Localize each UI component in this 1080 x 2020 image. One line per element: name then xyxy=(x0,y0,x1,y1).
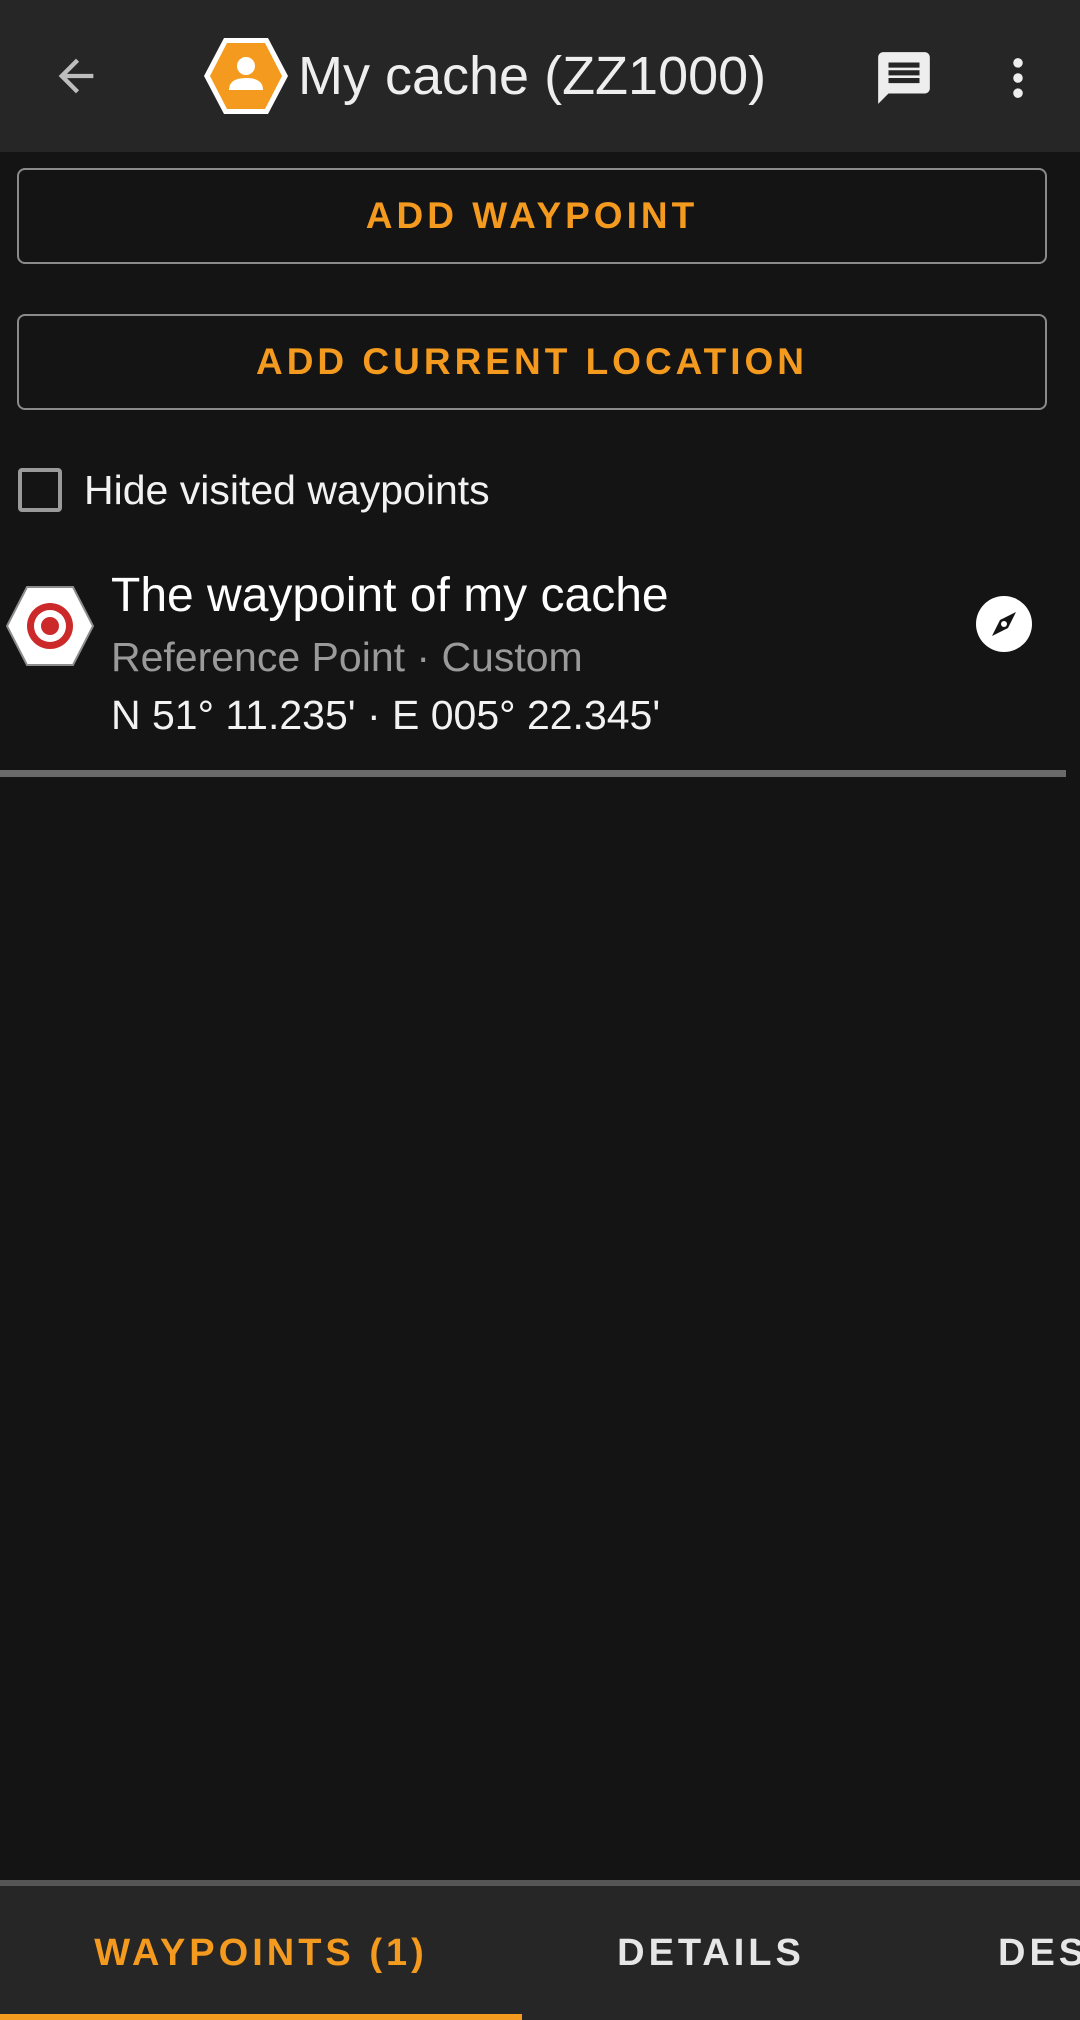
selected-tab-indicator xyxy=(0,2014,522,2020)
tab-description[interactable]: DES xyxy=(998,1886,1080,2020)
hide-visited-row[interactable]: Hide visited waypoints xyxy=(18,462,490,518)
tab-bar: WAYPOINTS (1) DETAILS DES xyxy=(0,1880,1080,2020)
hide-visited-label: Hide visited waypoints xyxy=(84,466,490,513)
chat-button[interactable] xyxy=(866,40,942,116)
top-app-bar: My cache (ZZ1000) xyxy=(0,0,1080,152)
add-current-location-button[interactable]: ADD CURRENT LOCATION xyxy=(17,314,1047,410)
back-button[interactable] xyxy=(40,40,112,112)
more-options-button[interactable] xyxy=(986,40,1050,116)
arrow-back-icon xyxy=(58,58,94,94)
waypoint-type: Reference Point · Custom xyxy=(111,634,583,680)
list-divider xyxy=(0,770,1066,777)
waypoint-list-item[interactable]: The waypoint of my cache Reference Point… xyxy=(0,560,1080,776)
hide-visited-checkbox[interactable] xyxy=(18,468,62,512)
waypoint-coordinates: N 51° 11.235' · E 005° 22.345' xyxy=(111,692,661,738)
reference-point-icon xyxy=(5,586,95,666)
more-vert-icon xyxy=(1013,58,1023,98)
tab-details[interactable]: DETAILS xyxy=(522,1886,900,2020)
tab-waypoints[interactable]: WAYPOINTS (1) xyxy=(0,1886,522,2020)
waypoint-name: The waypoint of my cache xyxy=(111,569,669,622)
page-title: My cache (ZZ1000) xyxy=(298,46,767,106)
add-waypoint-button[interactable]: ADD WAYPOINT xyxy=(17,168,1047,264)
hexagon-person-icon xyxy=(204,38,288,114)
compass-icon[interactable] xyxy=(974,594,1034,654)
chat-icon xyxy=(878,52,930,104)
